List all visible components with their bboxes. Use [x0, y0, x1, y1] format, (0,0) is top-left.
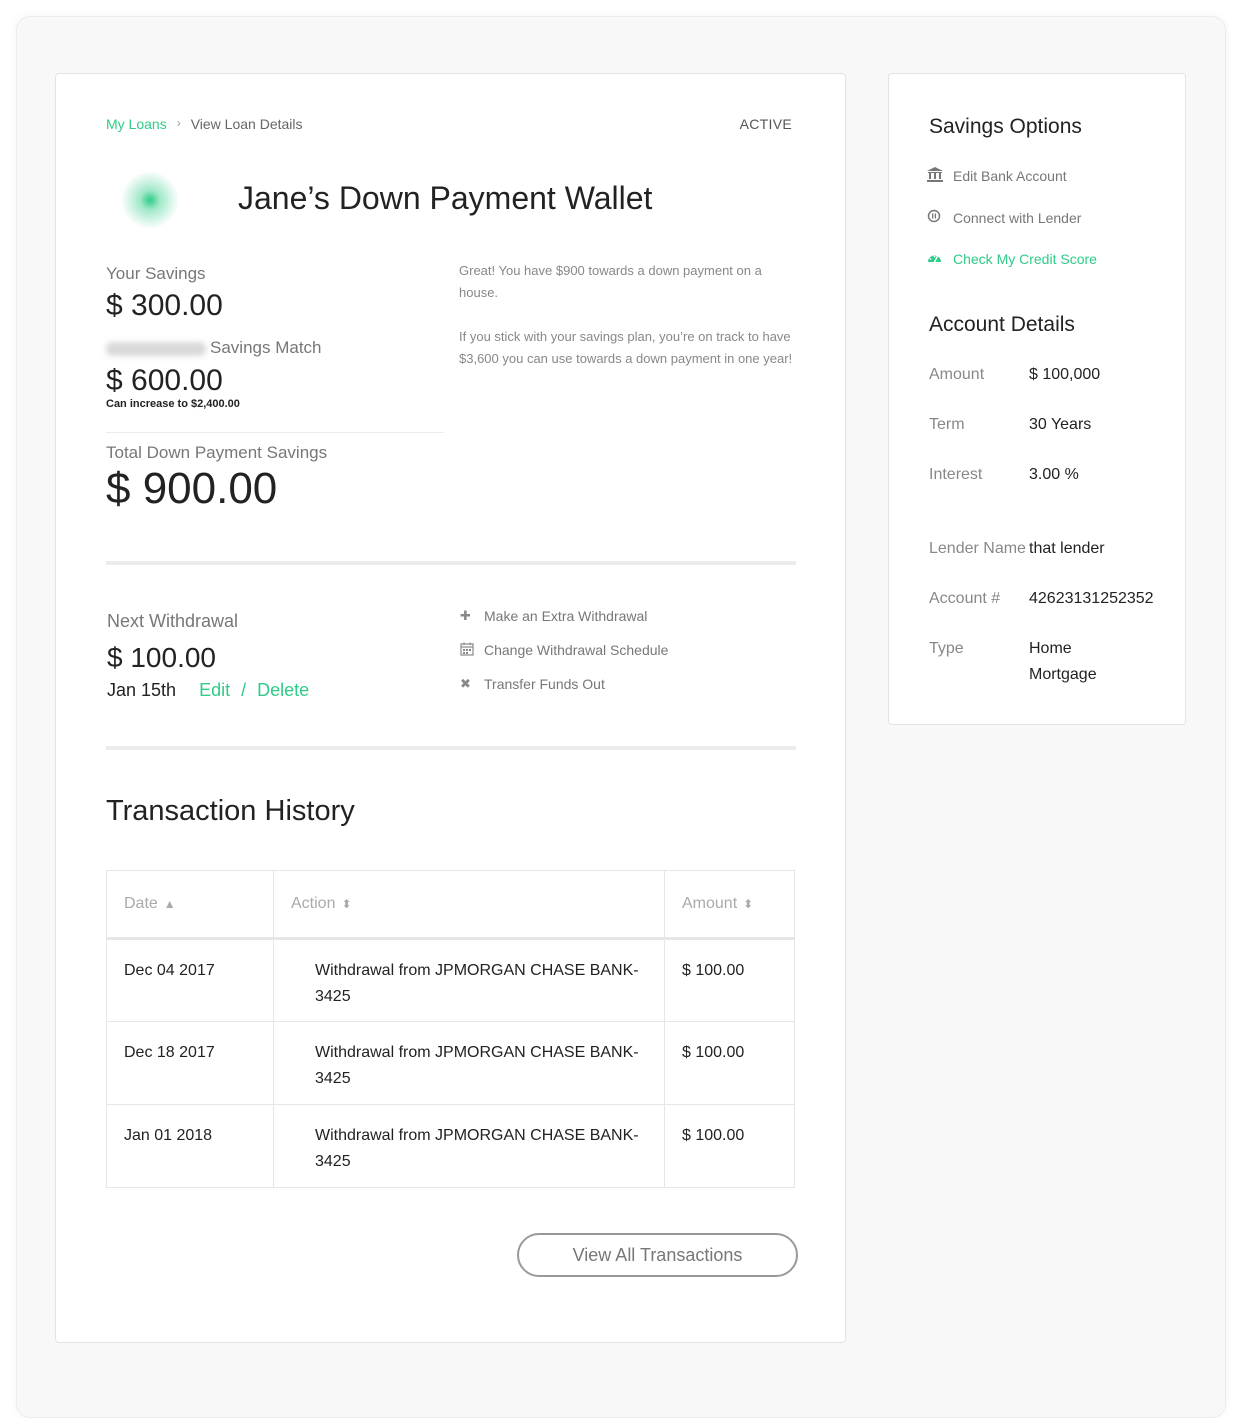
- gauge-icon: [927, 251, 953, 267]
- action-change-schedule[interactable]: Change Withdrawal Schedule: [460, 642, 668, 676]
- option-label: Check My Credit Score: [953, 251, 1097, 267]
- withdrawal-actions: ✚ Make an Extra Withdrawal Change Withdr…: [460, 608, 668, 710]
- sidebar-card: Savings Options Edit Bank Account Connec…: [888, 73, 1186, 725]
- next-withdrawal-label: Next Withdrawal: [107, 611, 239, 631]
- action-label: Transfer Funds Out: [484, 676, 605, 692]
- table-row: Jan 01 2018 Withdrawal from JPMORGAN CHA…: [106, 1104, 795, 1188]
- delete-withdrawal-link[interactable]: Delete: [257, 680, 309, 700]
- detail-row-interest: Interest 3.00 %: [929, 466, 1079, 483]
- next-withdrawal-row: Jan 15th Edit / Delete: [107, 680, 309, 701]
- transaction-amount: $ 100.00: [664, 1104, 795, 1188]
- your-savings-amount: $ 300.00: [106, 289, 223, 322]
- transaction-action: Withdrawal from JPMORGAN CHASE BANK-3425: [273, 1021, 665, 1105]
- column-header-action[interactable]: Action ⬍: [273, 870, 665, 939]
- detail-row-type: Type Home Mortgage: [929, 640, 1097, 683]
- breadcrumb-current: View Loan Details: [190, 116, 303, 132]
- option-check-credit-score[interactable]: Check My Credit Score: [927, 251, 1097, 267]
- link-icon: [927, 209, 953, 226]
- action-transfer-funds-out[interactable]: ✖ Transfer Funds Out: [460, 676, 668, 710]
- your-savings-label: Your Savings: [106, 264, 206, 283]
- sort-icon: ⬍: [341, 897, 352, 911]
- match-increase-note: Can increase to $2,400.00: [106, 398, 240, 410]
- detail-row-account-number: Account # 42623131252352: [929, 590, 1154, 607]
- chevron-right-icon: ›: [176, 116, 181, 130]
- table-row: Dec 18 2017 Withdrawal from JPMORGAN CHA…: [106, 1021, 795, 1105]
- redacted-partner-name: [106, 341, 206, 356]
- total-savings-amount: $ 900.00: [106, 464, 278, 513]
- option-label: Edit Bank Account: [953, 168, 1067, 184]
- transaction-action: Withdrawal from JPMORGAN CHASE BANK-3425: [273, 1104, 665, 1188]
- savings-message-p2: If you stick with your savings plan, you…: [459, 329, 793, 366]
- option-label: Connect with Lender: [953, 209, 1082, 226]
- section-divider: [106, 746, 796, 750]
- transaction-table: Date ▲ Action ⬍ Amount ⬍ Dec 04 2017 Withdr…: [106, 870, 795, 1188]
- option-edit-bank-account[interactable]: Edit Bank Account: [927, 167, 1067, 185]
- plus-icon: ✚: [460, 608, 471, 623]
- wallet-status-indicator: [122, 172, 178, 228]
- table-header-row: Date ▲ Action ⬍ Amount ⬍: [106, 870, 795, 939]
- breadcrumb: My Loans › View Loan Details: [106, 116, 303, 132]
- divider: [106, 432, 444, 433]
- loan-details-card: My Loans › View Loan Details ACTIVE Jane…: [55, 73, 846, 1343]
- transaction-date: Dec 04 2017: [106, 938, 274, 1022]
- bank-icon: [927, 167, 953, 185]
- table-row: Dec 04 2017 Withdrawal from JPMORGAN CHA…: [106, 938, 795, 1022]
- page-title: Jane’s Down Payment Wallet: [238, 180, 653, 216]
- transaction-action: Withdrawal from JPMORGAN CHASE BANK-3425: [273, 938, 665, 1022]
- action-label: Make an Extra Withdrawal: [484, 608, 648, 624]
- savings-message-p1: Great! You have $900 towards a down paym…: [459, 263, 762, 300]
- status-badge: ACTIVE: [739, 116, 792, 132]
- total-savings-label: Total Down Payment Savings: [106, 443, 328, 462]
- savings-match-label: Savings Match: [210, 338, 322, 357]
- transaction-amount: $ 100.00: [664, 1021, 795, 1105]
- next-withdrawal-date: Jan 15th: [107, 680, 177, 700]
- action-label: Change Withdrawal Schedule: [484, 642, 669, 658]
- transaction-amount: $ 100.00: [664, 938, 795, 1022]
- transaction-date: Dec 18 2017: [106, 1021, 274, 1105]
- section-divider: [106, 561, 796, 565]
- calendar-icon: [460, 642, 484, 659]
- breadcrumb-my-loans-link[interactable]: My Loans: [106, 116, 167, 132]
- edit-withdrawal-link[interactable]: Edit: [199, 680, 230, 700]
- view-all-transactions-button[interactable]: View All Transactions: [517, 1233, 798, 1277]
- option-connect-with-lender[interactable]: Connect with Lender: [927, 209, 1081, 226]
- next-withdrawal-amount: $ 100.00: [107, 642, 216, 673]
- action-make-extra-withdrawal[interactable]: ✚ Make an Extra Withdrawal: [460, 608, 668, 642]
- link-separator: /: [241, 680, 247, 700]
- transaction-history-title: Transaction History: [106, 795, 355, 827]
- savings-options-title: Savings Options: [929, 115, 1082, 138]
- transaction-date: Jan 01 2018: [106, 1104, 274, 1188]
- detail-row-lender-name: Lender Name that lender: [929, 539, 1105, 557]
- column-header-date[interactable]: Date ▲: [106, 870, 274, 939]
- detail-row-amount: Amount $ 100,000: [929, 366, 1101, 383]
- sort-asc-icon: ▲: [163, 897, 176, 911]
- sort-icon: ⬍: [743, 897, 754, 911]
- savings-match-label-row: Savings Match: [106, 338, 322, 358]
- savings-message: Great! You have $900 towards a down paym…: [459, 260, 799, 370]
- account-details-title: Account Details: [929, 313, 1075, 336]
- savings-match-amount: $ 600.00: [106, 364, 223, 397]
- x-icon: ✖: [460, 676, 471, 691]
- account-details-list: Amount $ 100,000 Term 30 Years Interest …: [929, 362, 1169, 688]
- detail-row-term: Term 30 Years: [929, 416, 1092, 433]
- column-header-amount[interactable]: Amount ⬍: [664, 870, 795, 939]
